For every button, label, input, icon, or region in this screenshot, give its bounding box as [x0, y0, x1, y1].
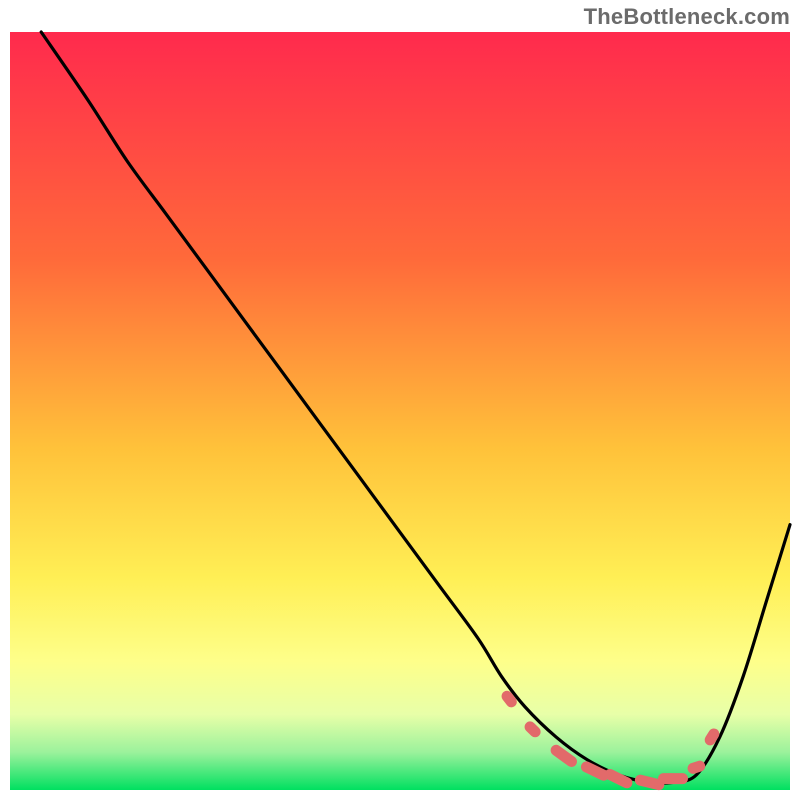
- gradient-background: [10, 32, 790, 790]
- watermark-text: TheBottleneck.com: [584, 4, 790, 30]
- chart-stage: TheBottleneck.com: [0, 0, 800, 800]
- bead: [658, 773, 688, 784]
- bottleneck-chart: [0, 0, 800, 800]
